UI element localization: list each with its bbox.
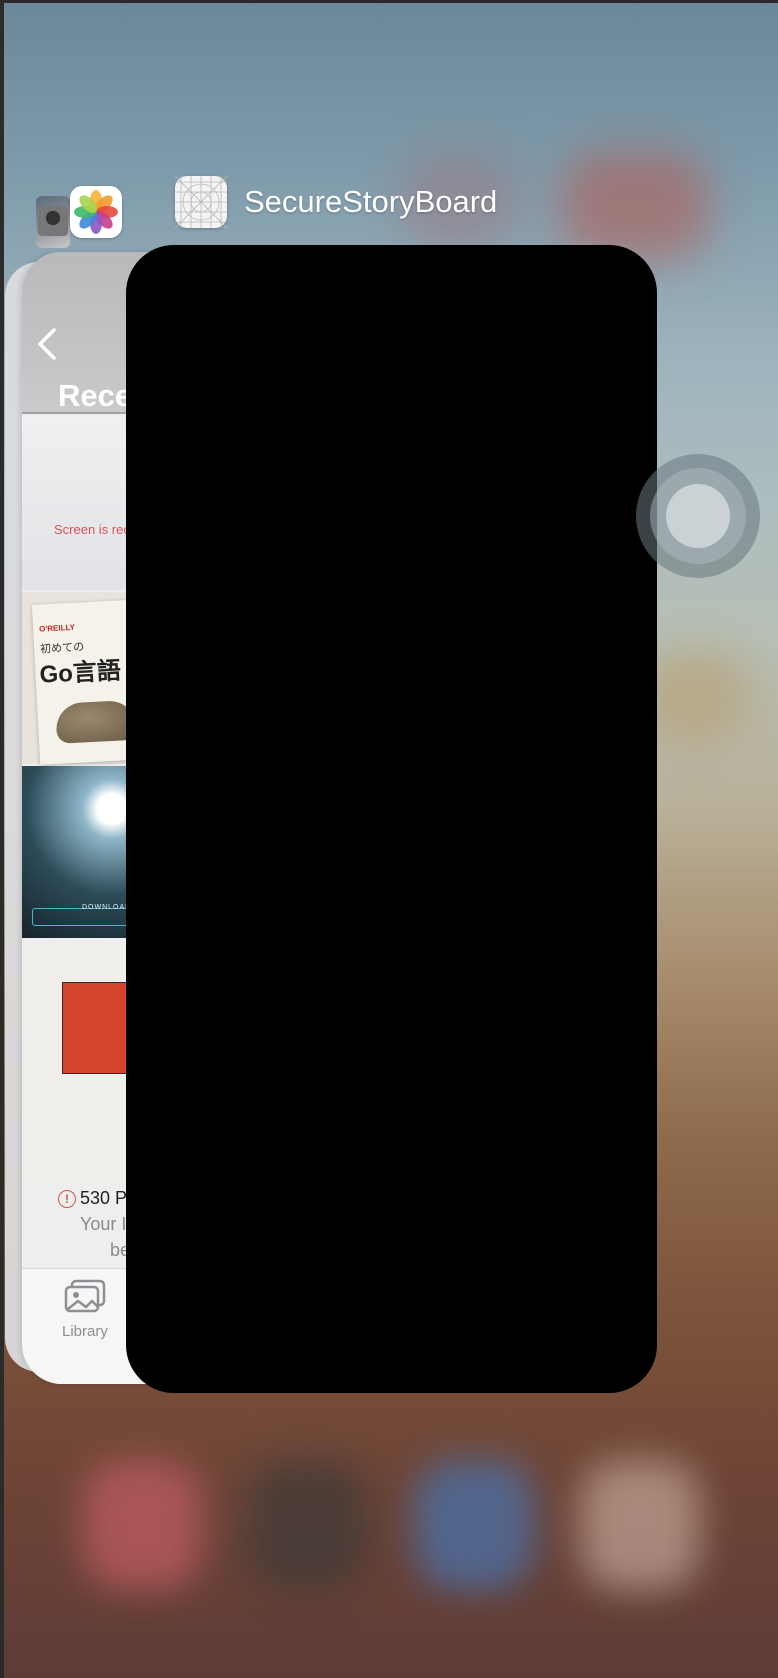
album-title: Rece — [58, 378, 133, 413]
securestoryboard-app-card[interactable] — [126, 245, 657, 1393]
window-frame — [0, 0, 778, 3]
assistive-core — [666, 484, 730, 548]
app-title: SecureStoryBoard — [244, 184, 498, 219]
library-icon[interactable] — [64, 1279, 106, 1315]
warning-subtext: Your I — [80, 1214, 127, 1234]
tab-library[interactable]: Library — [62, 1323, 108, 1340]
blurred-dock-icon — [248, 1460, 368, 1590]
assistive-touch-icon[interactable] — [636, 454, 760, 578]
blurred-home-icon — [560, 150, 710, 260]
book-illustration — [55, 699, 138, 744]
window-frame — [0, 0, 4, 1678]
book-title: Go言語 — [38, 657, 122, 689]
warning-row: ! 530 P — [58, 1188, 127, 1212]
chevron-left-icon[interactable] — [34, 324, 60, 364]
blurred-dock-icon — [580, 1460, 700, 1590]
screen-record-notice: Screen is reco — [54, 522, 138, 537]
blurred-dock-icon — [82, 1460, 202, 1590]
warning-text: 530 P — [80, 1188, 128, 1208]
blurred-dock-icon — [414, 1460, 534, 1590]
photos-app-icon[interactable] — [70, 186, 122, 238]
warning-icon: ! — [58, 1189, 76, 1208]
storyboard-grid-icon[interactable] — [174, 175, 228, 229]
album-thumbnail-icon — [36, 196, 70, 248]
book-publisher: O'REILLY — [38, 622, 76, 634]
